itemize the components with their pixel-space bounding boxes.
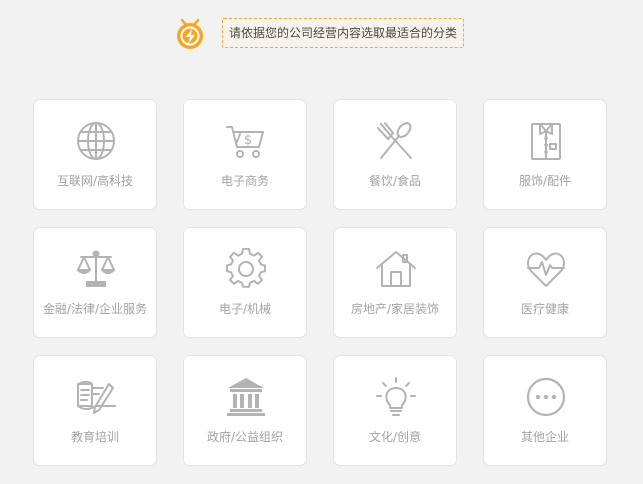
category-label: 电子/机械 xyxy=(218,302,272,316)
category-card-apparel[interactable]: 服饰/配件 xyxy=(483,99,607,210)
house-icon xyxy=(375,248,417,290)
scales-icon xyxy=(75,248,117,290)
category-label: 金融/法律/企业服务 xyxy=(42,302,148,316)
shopping-cart-icon: $ xyxy=(225,120,267,162)
more-dots-icon xyxy=(525,376,567,418)
category-card-internet[interactable]: 互联网/高科技 xyxy=(33,99,157,210)
category-card-finance[interactable]: 金融/法律/企业服务 xyxy=(33,227,157,338)
category-card-government[interactable]: 政府/公益组织 xyxy=(183,355,307,466)
category-card-healthcare[interactable]: 医疗健康 xyxy=(483,227,607,338)
globe-icon xyxy=(75,120,117,162)
category-grid: 互联网/高科技 $ 电子商务 餐饮/食品 服饰/配件 金融/法律/企业服务 电子… xyxy=(33,99,607,466)
category-label: 餐饮/食品 xyxy=(368,174,422,188)
lightbulb-icon xyxy=(375,376,417,418)
gear-icon xyxy=(225,248,267,290)
category-label: 医疗健康 xyxy=(520,302,569,316)
government-building-icon xyxy=(225,376,267,418)
category-label: 电子商务 xyxy=(220,174,269,188)
category-label: 服饰/配件 xyxy=(518,174,572,188)
lightning-bolt-badge-icon xyxy=(173,17,207,51)
category-label: 政府/公益组织 xyxy=(206,430,284,444)
fork-spoon-icon xyxy=(375,120,417,162)
category-card-food[interactable]: 餐饮/食品 xyxy=(333,99,457,210)
shirt-icon xyxy=(525,120,567,162)
category-card-education[interactable]: 教育培训 xyxy=(33,355,157,466)
header: 请依据您的公司经营内容选取最适合的分类 xyxy=(0,0,643,70)
category-label: 房地产/家居装饰 xyxy=(350,302,440,316)
category-label: 文化/创意 xyxy=(368,430,422,444)
category-prompt: 请依据您的公司经营内容选取最适合的分类 xyxy=(222,18,464,48)
category-label: 互联网/高科技 xyxy=(56,174,134,188)
category-card-other[interactable]: 其他企业 xyxy=(483,355,607,466)
svg-text:$: $ xyxy=(244,133,252,148)
book-pen-icon xyxy=(75,376,117,418)
category-label: 教育培训 xyxy=(70,430,119,444)
category-card-realestate[interactable]: 房地产/家居装饰 xyxy=(333,227,457,338)
category-card-culture[interactable]: 文化/创意 xyxy=(333,355,457,466)
category-label: 其他企业 xyxy=(520,430,569,444)
category-card-ecommerce[interactable]: $ 电子商务 xyxy=(183,99,307,210)
category-card-electronics[interactable]: 电子/机械 xyxy=(183,227,307,338)
heart-pulse-icon xyxy=(525,248,567,290)
